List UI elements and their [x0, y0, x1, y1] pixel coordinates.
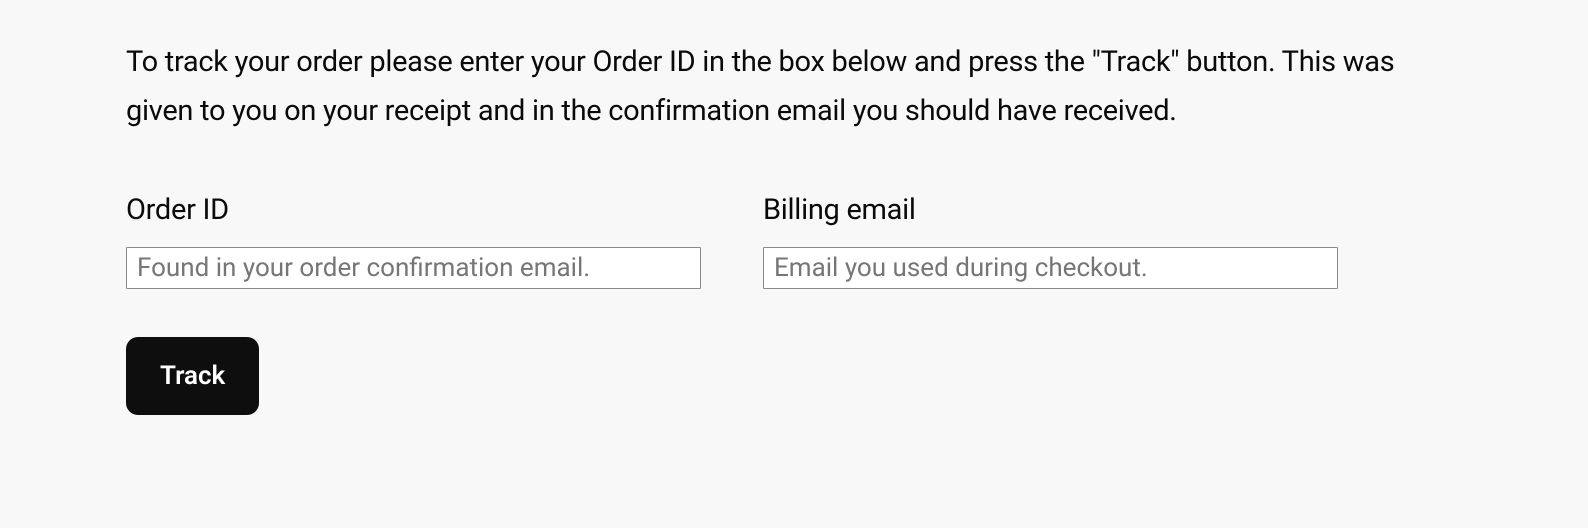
billing-email-input[interactable]	[763, 247, 1338, 289]
billing-email-group: Billing email	[763, 193, 1338, 289]
instructions-text: To track your order please enter your Or…	[126, 38, 1462, 137]
order-tracking-form: To track your order please enter your Or…	[126, 38, 1462, 415]
form-fields-row: Order ID Billing email	[126, 193, 1462, 289]
order-id-input[interactable]	[126, 247, 701, 289]
billing-email-label: Billing email	[763, 193, 1338, 227]
order-id-group: Order ID	[126, 193, 701, 289]
track-button[interactable]: Track	[126, 337, 259, 415]
order-id-label: Order ID	[126, 193, 701, 227]
